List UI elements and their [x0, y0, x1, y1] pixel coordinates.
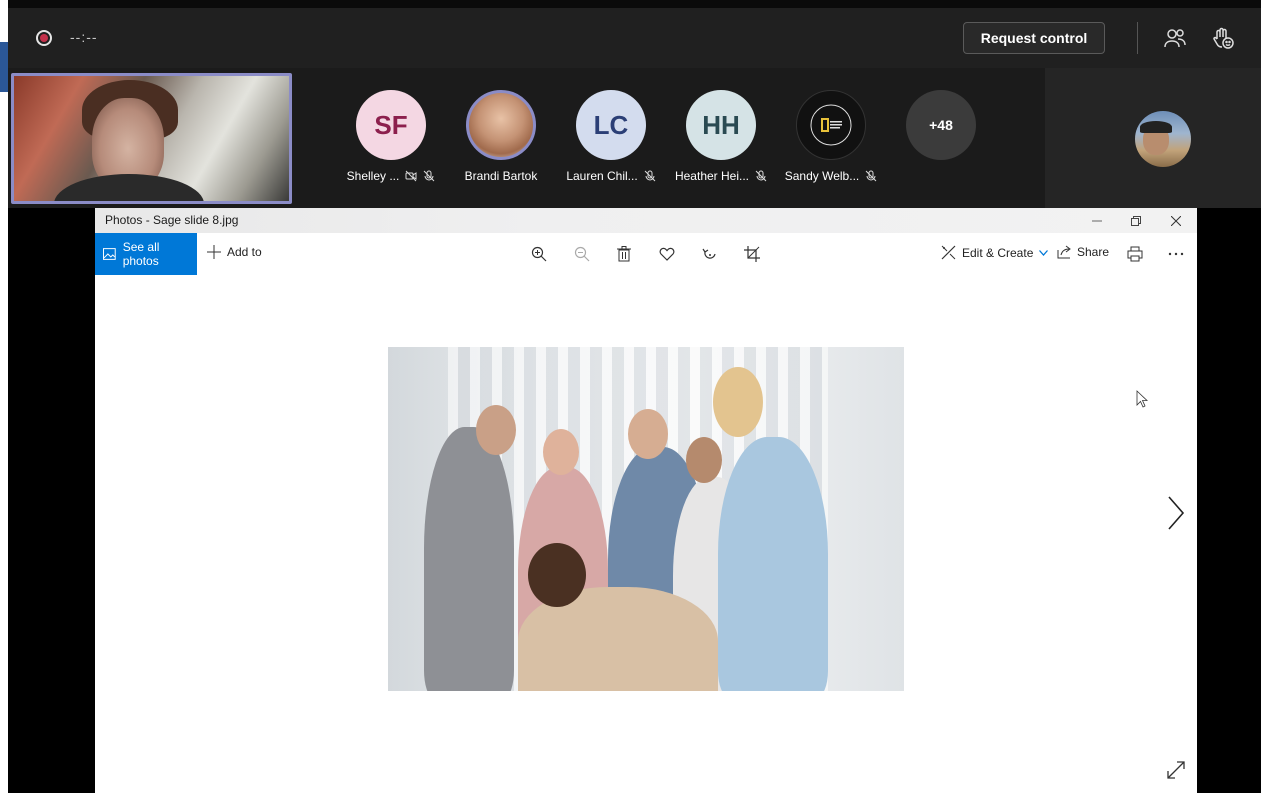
- avatar: SF: [356, 90, 426, 160]
- plus-icon: [207, 245, 221, 259]
- crop-icon[interactable]: [742, 244, 762, 264]
- meeting-timer: --:--: [70, 29, 98, 45]
- edit-icon: [941, 245, 956, 260]
- left-edge-strip: [0, 0, 8, 793]
- delete-icon[interactable]: [614, 244, 634, 264]
- participant-name-row: Heather Hei...: [666, 169, 776, 183]
- avatar-photo: [466, 90, 536, 160]
- request-control-button[interactable]: Request control: [963, 22, 1105, 54]
- share-label: Share: [1077, 245, 1110, 259]
- mic-off-icon: [423, 170, 435, 182]
- mic-off-icon: [755, 170, 767, 182]
- participant-lauren[interactable]: LC Lauren Chil...: [556, 90, 666, 200]
- left-edge-accent: [0, 42, 8, 92]
- photo-figure-head: [686, 437, 722, 483]
- photo-figure-head: [528, 543, 586, 607]
- more-participants-count[interactable]: +48: [906, 90, 976, 160]
- active-speaker-panel: [1045, 68, 1261, 208]
- participant-heather[interactable]: HH Heather Hei...: [666, 90, 776, 200]
- displayed-photo: [388, 347, 904, 691]
- participant-name-row: Brandi Bartok: [446, 169, 556, 183]
- participant-sandy[interactable]: Sandy Welb...: [776, 90, 886, 200]
- mouse-cursor-icon: [1136, 390, 1149, 408]
- rotate-icon[interactable]: [700, 244, 720, 264]
- participant-name: Lauren Chil...: [566, 169, 638, 183]
- more-participants[interactable]: +48: [886, 90, 996, 200]
- participant-name: Heather Hei...: [674, 169, 750, 183]
- avatar: HH: [686, 90, 756, 160]
- participant-name-row: Shelley ...: [336, 169, 446, 183]
- participant-shelley[interactable]: SF Shelley ...: [336, 90, 446, 200]
- photo-figure-head: [543, 429, 579, 475]
- photo-figure-head: [713, 367, 763, 437]
- share-button[interactable]: Share: [1057, 245, 1109, 259]
- photo-figure-head: [476, 405, 516, 455]
- photo-figure: [718, 437, 828, 691]
- photo-figure-head: [628, 409, 668, 459]
- recording-icon: [36, 30, 52, 46]
- photos-window: Photos - Sage slide 8.jpg See all photos…: [95, 208, 1197, 793]
- badge-logo-icon: [810, 104, 852, 146]
- self-video-tile[interactable]: [11, 73, 292, 204]
- add-to-button[interactable]: Add to: [207, 245, 262, 259]
- image-icon: [103, 248, 116, 260]
- window-title: Photos - Sage slide 8.jpg: [105, 213, 239, 227]
- people-icon[interactable]: [1161, 24, 1189, 52]
- participant-name: Brandi Bartok: [464, 169, 538, 183]
- photos-toolbar: See all photos Add to Edit & Create Shar…: [95, 233, 1197, 275]
- more-options-icon[interactable]: [1166, 244, 1186, 264]
- participant-name-row: Sandy Welb...: [776, 169, 886, 183]
- window-titlebar: Photos - Sage slide 8.jpg: [95, 208, 1197, 233]
- meeting-control-bar: --:-- Request control: [8, 8, 1261, 68]
- participants-strip: SF Shelley ... Brandi Bartok LC Lauren C…: [8, 68, 1261, 208]
- participant-name: Shelley ...: [346, 169, 400, 183]
- top-edge: [8, 0, 1261, 8]
- participant-name: Sandy Welb...: [784, 169, 860, 183]
- chevron-down-icon: [1039, 249, 1049, 256]
- photo-figure: [424, 427, 514, 691]
- add-to-label: Add to: [227, 245, 262, 259]
- see-all-photos-label: See all photos: [122, 240, 160, 268]
- zoom-out-icon[interactable]: [572, 244, 592, 264]
- edit-create-label: Edit & Create: [962, 245, 1034, 260]
- expand-fullscreen-icon[interactable]: [1166, 760, 1186, 780]
- speaker-avatar[interactable]: [1135, 111, 1191, 167]
- share-icon: [1057, 245, 1071, 259]
- close-icon[interactable]: [1166, 211, 1186, 231]
- raise-hand-icon[interactable]: [1209, 24, 1237, 52]
- mic-off-icon: [644, 170, 656, 182]
- participant-name-row: Lauren Chil...: [556, 169, 666, 183]
- edit-create-button[interactable]: Edit & Create: [941, 245, 1049, 260]
- favorite-icon[interactable]: [657, 244, 677, 264]
- video-off-icon: [405, 170, 417, 182]
- minimize-icon[interactable]: [1087, 211, 1107, 231]
- zoom-in-icon[interactable]: [529, 244, 549, 264]
- participant-brandi[interactable]: Brandi Bartok: [446, 90, 556, 200]
- see-all-photos-button[interactable]: See all photos: [95, 233, 197, 275]
- mic-off-icon: [865, 170, 877, 182]
- avatar: LC: [576, 90, 646, 160]
- next-photo-icon[interactable]: [1163, 495, 1187, 531]
- print-icon[interactable]: [1125, 244, 1145, 264]
- video-shoulder: [54, 174, 204, 201]
- avatar-logo: [796, 90, 866, 160]
- restore-icon[interactable]: [1126, 211, 1146, 231]
- toolbar-divider: [1137, 22, 1138, 54]
